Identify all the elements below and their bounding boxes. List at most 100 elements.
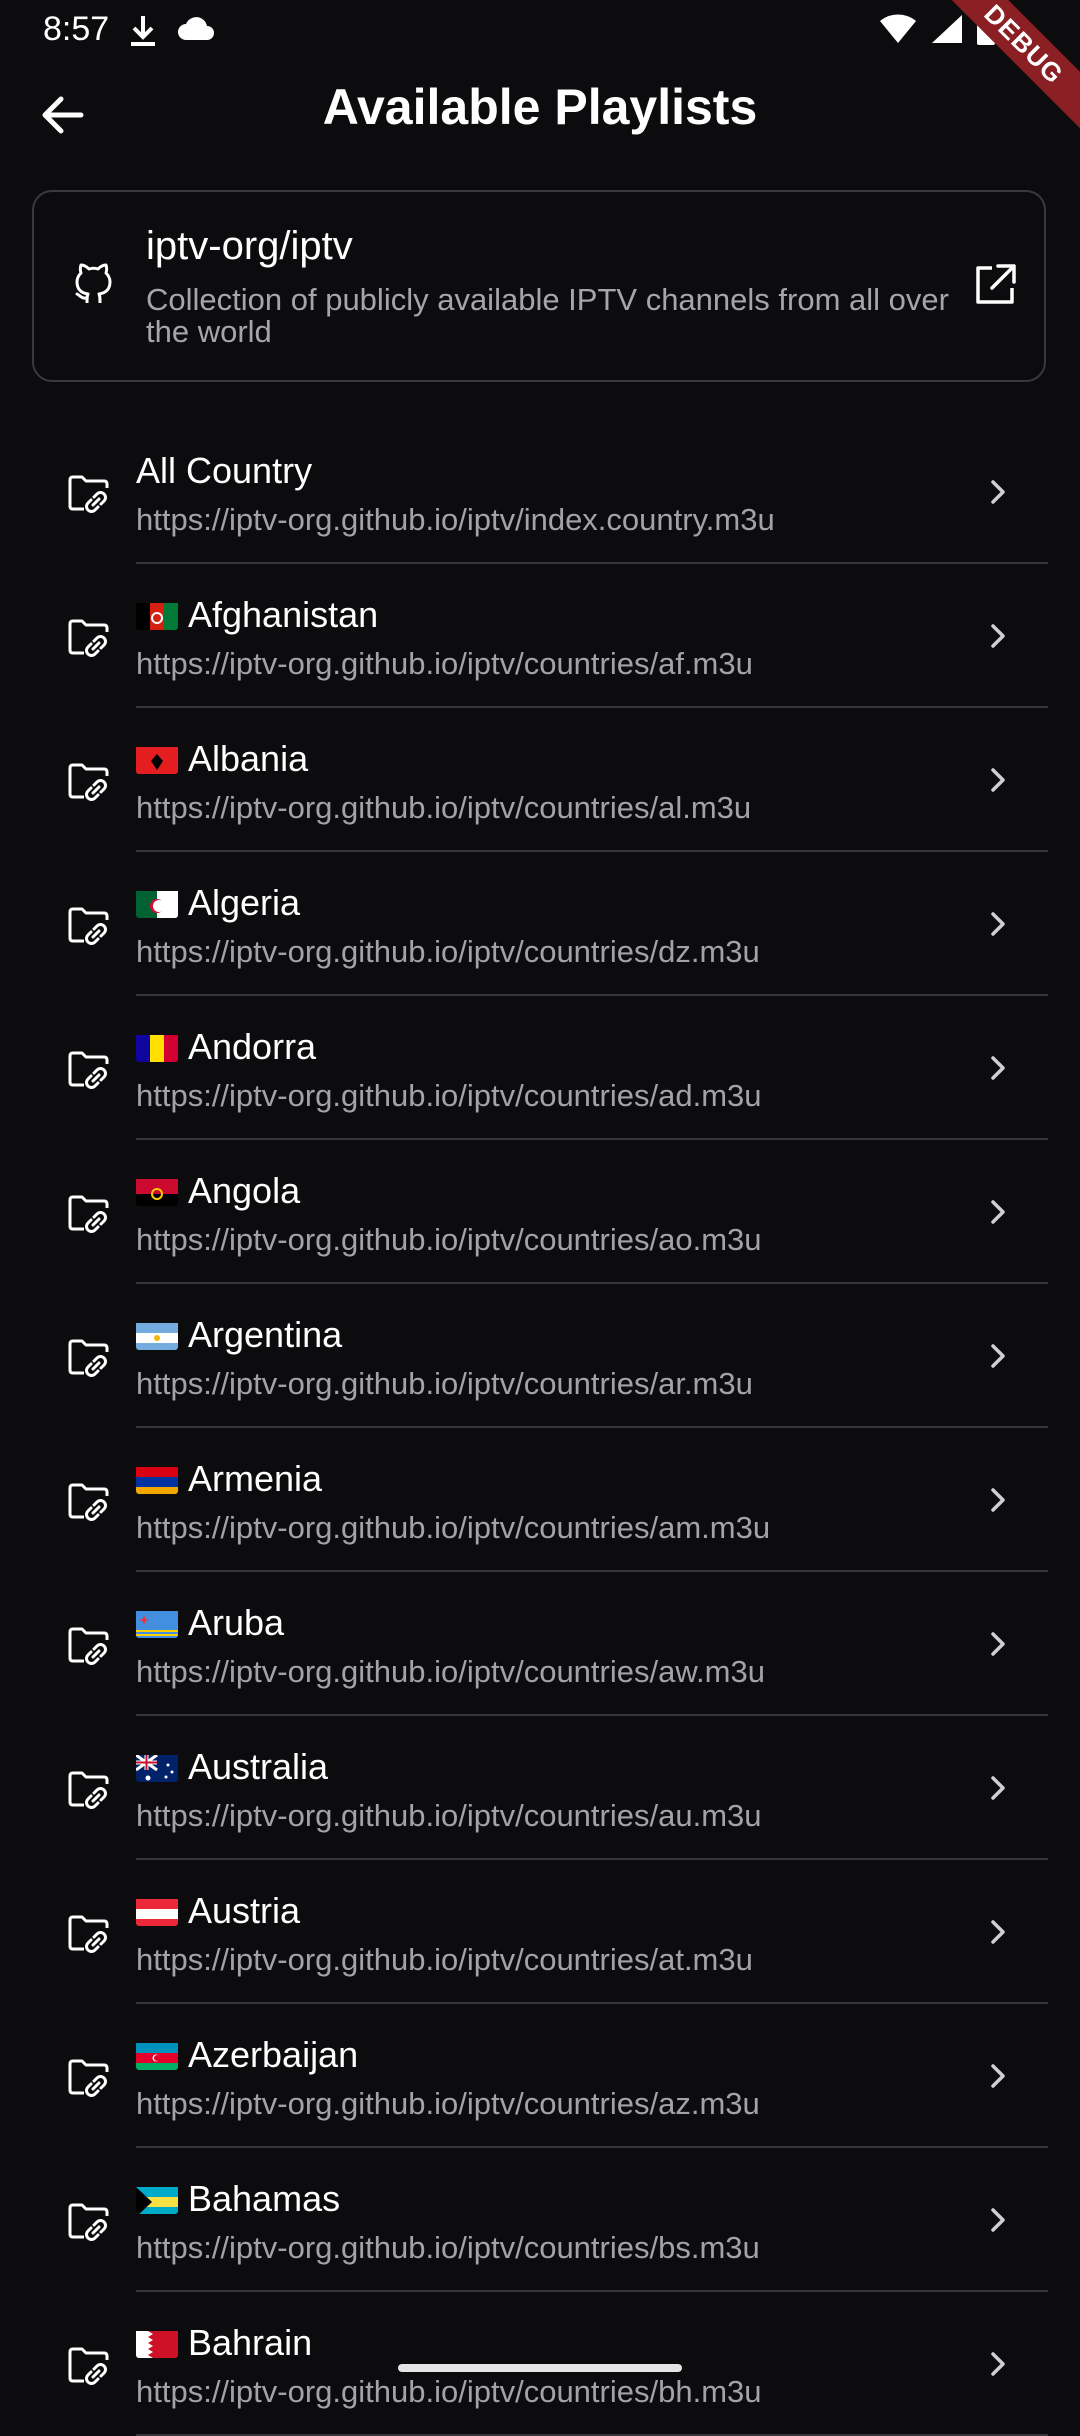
source-card[interactable]: iptv-org/iptv Collection of publicly ava… [32,190,1046,382]
folder-link-icon [66,2342,112,2388]
chevron-right-icon [978,760,1018,800]
playlist-url: https://iptv-org.github.io/iptv/countrie… [136,1942,753,1977]
status-bar: 8:57 [0,0,1080,62]
playlist-url: https://iptv-org.github.io/iptv/countrie… [136,1798,762,1833]
playlist-name: Aruba [188,1602,285,1643]
playlist-name: Albania [188,738,309,779]
playlist-item[interactable]: Albania https://iptv-org.github.io/iptv/c… [0,708,1080,852]
playlist-url: https://iptv-org.github.io/iptv/countrie… [136,1510,771,1545]
playlist-name: Argentina [188,1314,343,1355]
folder-link-icon [66,2198,112,2244]
chevron-right-icon [978,1048,1018,1088]
chevron-right-icon [978,1480,1018,1520]
download-icon [128,14,158,53]
playlist-item[interactable]: Argentina https://iptv-org.github.io/iptv… [0,1284,1080,1428]
playlist-title: All Country [136,450,312,492]
flag-icon [136,1320,178,1350]
folder-link-icon [66,1478,112,1524]
playlist-name: Bahamas [188,2178,341,2219]
chevron-right-icon [978,2056,1018,2096]
chevron-right-icon [978,472,1018,512]
playlist-item[interactable]: Afghanistan https://iptv-org.github.io/ip… [0,564,1080,708]
playlist-item[interactable]: All Country https://iptv-org.github.io/ip… [0,420,1080,564]
chevron-right-icon [978,616,1018,656]
playlist-name: All Country [136,450,313,491]
folder-link-icon [66,1910,112,1956]
playlist-title: Argentina [136,1314,342,1356]
playlist-item[interactable]: Australia https://iptv-org.github.io/iptv… [0,1716,1080,1860]
playlist-url: https://iptv-org.github.io/iptv/countrie… [136,790,752,825]
chevron-right-icon [978,1192,1018,1232]
flag-icon [136,744,178,774]
playlist-title: Armenia [136,1458,322,1500]
playlist-title: Angola [136,1170,300,1212]
playlist-url: https://iptv-org.github.io/iptv/countrie… [136,1366,753,1401]
playlist-name: Bahrain [188,2322,313,2363]
flag-icon [136,1032,178,1062]
playlist-title: Bahamas [136,2178,340,2220]
chevron-right-icon [978,2344,1018,2384]
playlist-name: Australia [188,1746,329,1787]
chevron-right-icon [978,1624,1018,1664]
folder-link-icon [66,2054,112,2100]
playlist-title: Algeria [136,882,300,924]
flag-icon [136,1176,178,1206]
playlist-title: Austria [136,1890,300,1932]
playlist-title: Afghanistan [136,594,378,636]
flag-icon [136,1608,178,1638]
app-bar: Available Playlists [0,62,1080,172]
playlist-item[interactable]: Andorra https://iptv-org.github.io/iptv/c… [0,996,1080,1140]
playlist-title: Australia [136,1746,328,1788]
chevron-right-icon [978,1336,1018,1376]
folder-link-icon [66,1622,112,1668]
playlist-url: https://iptv-org.github.io/iptv/countrie… [136,1654,765,1689]
flag-icon [136,2040,178,2070]
playlist-title: Bahrain [136,2322,312,2364]
playlist-url: https://iptv-org.github.io/iptv/countrie… [136,2374,762,2409]
folder-link-icon [66,614,112,660]
playlist-name: Algeria [188,882,301,923]
playlist-name: Armenia [188,1458,323,1499]
playlist-title: Aruba [136,1602,284,1644]
playlist-url: https://iptv-org.github.io/iptv/index.co… [136,502,775,537]
playlist-name: Andorra [188,1026,317,1067]
folder-link-icon [66,902,112,948]
playlist-item[interactable]: Algeria https://iptv-org.github.io/iptv/c… [0,852,1080,996]
playlist-url: https://iptv-org.github.io/iptv/countrie… [136,2230,760,2265]
flag-icon [136,600,178,630]
playlist-url: https://iptv-org.github.io/iptv/countrie… [136,934,760,969]
folder-link-icon [66,758,112,804]
chevron-right-icon [978,904,1018,944]
folder-link-icon [66,1190,112,1236]
playlist-name: Austria [188,1890,301,1931]
flag-icon [136,1464,178,1494]
playlist-item[interactable]: Aruba https://iptv-org.github.io/iptv/cou… [0,1572,1080,1716]
playlist-item[interactable]: Austria https://iptv-org.github.io/iptv/c… [0,1860,1080,2004]
external-link-icon[interactable] [970,260,1020,310]
playlist-item[interactable]: Angola https://iptv-org.github.io/iptv/co… [0,1140,1080,1284]
playlist-item[interactable]: Armenia https://iptv-org.github.io/iptv/c… [0,1428,1080,1572]
playlist-url: https://iptv-org.github.io/iptv/countrie… [136,646,753,681]
chevron-right-icon [978,2200,1018,2240]
playlist-url: https://iptv-org.github.io/iptv/countrie… [136,2086,760,2121]
status-time: 8:57 [43,10,110,48]
cloud-icon [176,14,216,53]
playlist-title: Andorra [136,1026,316,1068]
chevron-right-icon [978,1768,1018,1808]
playlist-item[interactable]: Azerbaijan https://iptv-org.github.io/ipt… [0,2004,1080,2148]
flag-icon [136,1752,178,1782]
playlist-url: https://iptv-org.github.io/iptv/countrie… [136,1078,762,1113]
playlist-title: Albania [136,738,308,780]
flag-icon [136,2328,178,2358]
folder-link-icon [66,1046,112,1092]
playlist-url: https://iptv-org.github.io/iptv/countrie… [136,1222,762,1257]
home-indicator[interactable] [398,2364,682,2372]
flag-icon [136,888,178,918]
source-title: iptv-org/iptv [146,224,353,268]
github-icon [70,262,116,308]
playlist-list: All Country https://iptv-org.github.io/ip… [0,420,1080,2436]
playlist-item[interactable]: Bahamas https://iptv-org.github.io/iptv/c… [0,2148,1080,2292]
page-title: Available Playlists [322,79,758,135]
playlist-name: Angola [188,1170,301,1211]
flag-icon [136,1896,178,1926]
